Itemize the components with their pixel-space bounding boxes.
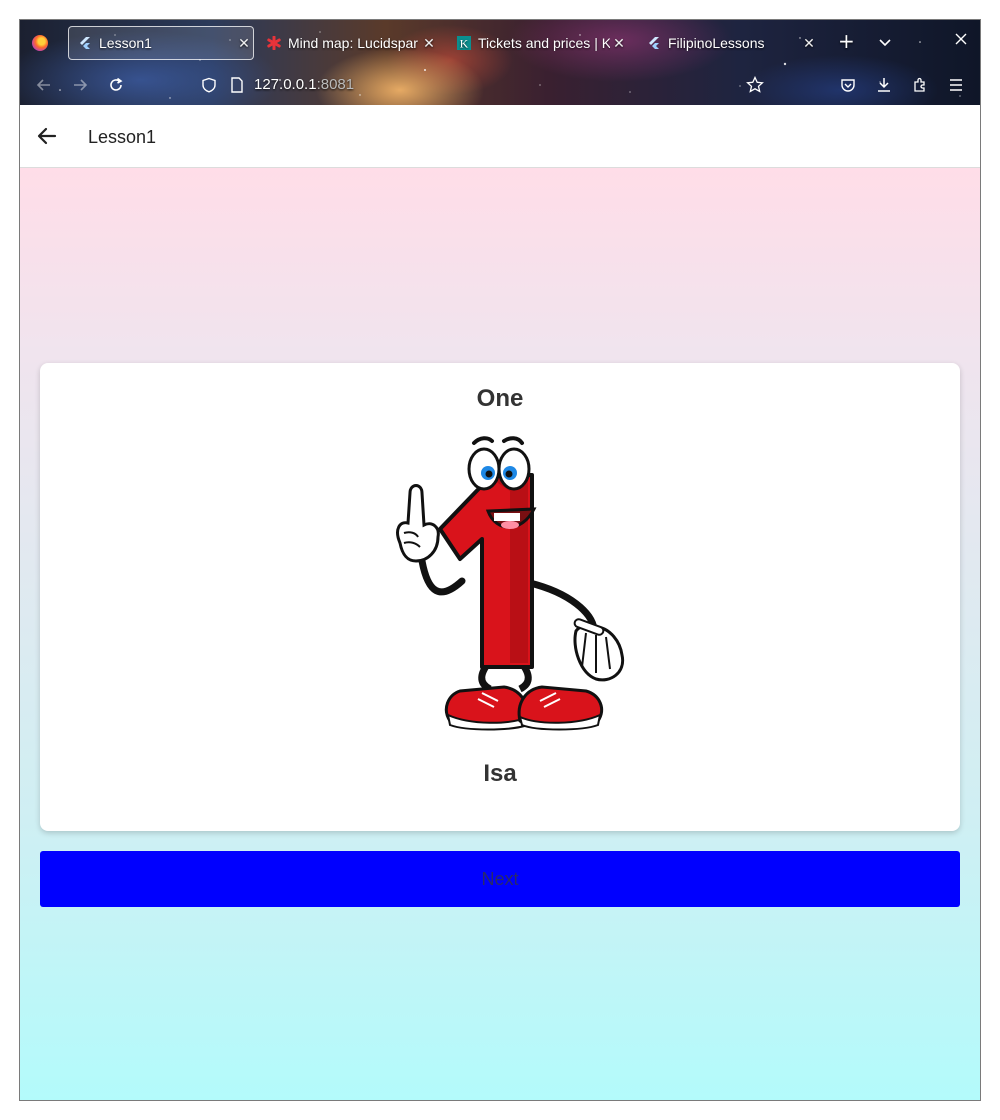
flash-card: One Isa: [40, 363, 960, 831]
close-tab-icon[interactable]: ✕: [800, 35, 818, 52]
close-tab-icon[interactable]: ✕: [420, 35, 438, 52]
page-info-icon[interactable]: [225, 73, 249, 97]
downloads-icon[interactable]: [872, 73, 896, 97]
bookmark-star-icon[interactable]: [743, 73, 767, 97]
navigation-toolbar: 127.0.0.1:8081: [20, 65, 980, 105]
tracking-protection-shield-icon[interactable]: [197, 73, 221, 97]
tab-title: Lesson1: [99, 35, 152, 51]
tab-title: Tickets and prices | K: [478, 35, 610, 51]
browser-window: Lesson1 ✕ Mind map: Lucidspar ✕ K Ticket…: [19, 19, 981, 1101]
url-bar[interactable]: 127.0.0.1:8081: [254, 76, 354, 93]
tab-title: FilipinoLessons: [668, 35, 765, 51]
flutter-icon: [77, 35, 93, 51]
app-bar: Lesson1: [20, 105, 980, 168]
tab-title: Mind map: Lucidspar: [288, 35, 418, 51]
app-menu-icon[interactable]: [944, 73, 968, 97]
url-port: :8081: [316, 76, 355, 93]
extensions-icon[interactable]: [908, 73, 932, 97]
tab-strip: Lesson1 ✕ Mind map: Lucidspar ✕ K Ticket…: [20, 23, 980, 61]
pocket-icon[interactable]: [836, 73, 860, 97]
tab-filipino-lessons[interactable]: FilipinoLessons ✕: [638, 26, 818, 60]
list-all-tabs-icon[interactable]: [878, 32, 892, 53]
back-icon[interactable]: [32, 73, 56, 97]
k-icon: K: [456, 35, 472, 51]
browser-chrome: Lesson1 ✕ Mind map: Lucidspar ✕ K Ticket…: [20, 20, 980, 105]
flutter-icon: [646, 35, 662, 51]
tab-lesson1[interactable]: Lesson1 ✕: [68, 26, 254, 60]
lucid-icon: [266, 35, 282, 51]
firefox-logo-icon[interactable]: [32, 35, 48, 51]
url-host: 127.0.0.1: [254, 76, 317, 93]
close-tab-icon[interactable]: ✕: [610, 35, 628, 52]
next-button[interactable]: Next: [40, 851, 960, 907]
forward-icon[interactable]: [68, 73, 92, 97]
back-arrow-icon[interactable]: [34, 123, 60, 149]
svg-text:K: K: [460, 37, 469, 51]
number-one-mascot-image: [396, 436, 625, 731]
page-title: Lesson1: [88, 127, 157, 147]
close-window-icon[interactable]: [954, 30, 968, 51]
tab-tickets[interactable]: K Tickets and prices | K ✕: [448, 26, 628, 60]
lesson-content: One Isa Next: [20, 168, 980, 1100]
close-tab-icon[interactable]: ✕: [235, 35, 253, 52]
tab-mind-map[interactable]: Mind map: Lucidspar ✕: [258, 26, 438, 60]
new-tab-icon[interactable]: +: [838, 29, 855, 53]
english-word: One: [476, 385, 524, 412]
reload-icon[interactable]: [104, 73, 128, 97]
filipino-word: Isa: [483, 760, 517, 787]
